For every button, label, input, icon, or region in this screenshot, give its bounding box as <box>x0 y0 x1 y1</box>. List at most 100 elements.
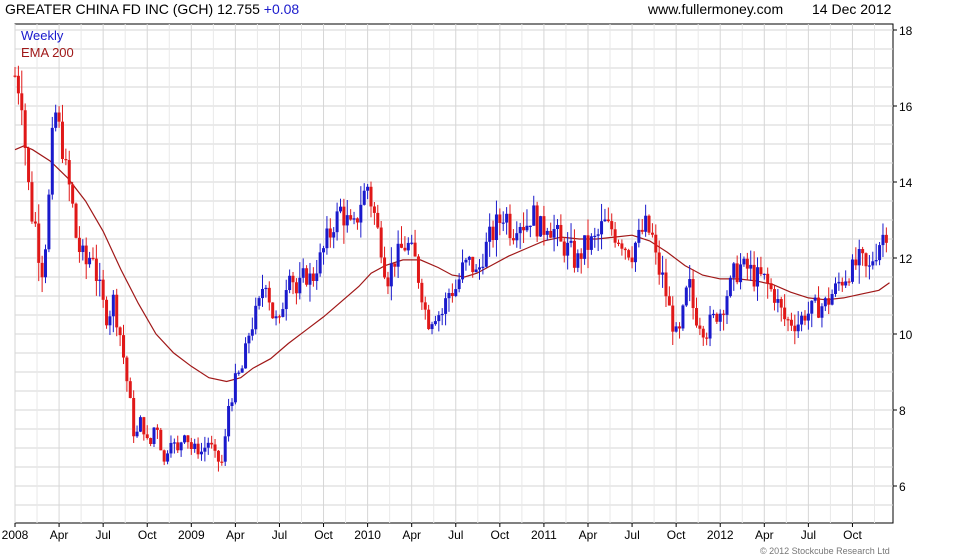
candle-body <box>379 227 383 258</box>
candle-body <box>410 242 414 244</box>
candle-body <box>369 186 373 207</box>
candle-body <box>213 444 217 451</box>
candle-body <box>742 258 746 265</box>
candle-body <box>206 442 210 448</box>
x-tick-label: Jul <box>801 528 816 542</box>
candle-body <box>793 325 797 332</box>
candle-body <box>562 241 566 256</box>
candle-body <box>806 313 810 321</box>
candle-body <box>762 273 766 276</box>
candle-body <box>671 305 675 332</box>
candle-body <box>511 238 515 241</box>
candle-body <box>257 298 261 306</box>
candle-body <box>298 277 302 294</box>
candle-body <box>406 242 410 251</box>
candle-body <box>433 321 437 325</box>
candle-body <box>54 112 58 128</box>
candle-body <box>288 275 292 291</box>
candle-body <box>884 234 888 243</box>
candle-body <box>732 263 736 278</box>
candle-body <box>193 443 197 449</box>
candle-body <box>555 224 559 230</box>
candle-body <box>789 319 793 326</box>
candle-body <box>461 262 465 280</box>
candle-body <box>342 206 346 226</box>
candle-body <box>159 429 163 451</box>
candle-body <box>830 294 834 305</box>
candle-body <box>586 235 590 250</box>
y-tick-label: 12 <box>899 252 913 266</box>
candle-body <box>678 326 682 329</box>
candle-body <box>244 343 248 369</box>
candle-body <box>715 313 719 322</box>
candle-body <box>440 313 444 316</box>
candle-body <box>322 248 326 253</box>
candle-body <box>240 368 244 373</box>
candle-body <box>315 273 319 281</box>
candle-body <box>644 215 648 232</box>
candle-body <box>77 237 81 253</box>
candle-body <box>132 398 136 437</box>
candle-body <box>813 297 817 301</box>
candle-body <box>155 427 159 430</box>
candle-body <box>620 243 624 249</box>
candle-body <box>576 253 580 268</box>
candle-body <box>135 431 139 437</box>
candle-body <box>274 316 278 319</box>
candle-body <box>532 205 536 226</box>
candle-body <box>183 435 187 443</box>
x-tick-label: Oct <box>491 528 510 542</box>
candle-body <box>67 160 71 185</box>
candle-body <box>47 194 51 250</box>
candle-body <box>545 230 549 235</box>
candle-body <box>779 299 783 308</box>
candle-body <box>403 247 407 251</box>
candle-body <box>610 221 614 230</box>
candle-body <box>94 258 98 281</box>
candle-body <box>739 264 743 283</box>
candle-body <box>508 213 512 239</box>
candle-body <box>820 306 824 318</box>
candle-body <box>711 313 715 316</box>
candle-body <box>681 305 685 329</box>
candle-body <box>708 314 712 339</box>
candle-body <box>33 221 37 224</box>
candle-body <box>579 253 583 259</box>
candle-body <box>423 302 427 310</box>
candle-body <box>535 205 539 237</box>
candle-body <box>640 229 644 232</box>
candle-body <box>800 315 804 325</box>
copyright-note: © 2012 Stockcube Research Ltd <box>760 546 890 556</box>
candle-body <box>44 249 48 278</box>
x-tick-label: Apr <box>579 528 598 542</box>
candle-body <box>657 252 661 275</box>
candle-body <box>444 298 448 314</box>
candle-body <box>325 228 329 249</box>
candle-body <box>566 242 570 256</box>
candle-body <box>864 253 868 267</box>
candle-body <box>617 242 621 244</box>
candle-body <box>149 438 153 444</box>
candle-body <box>769 283 773 290</box>
candle-body <box>810 300 814 314</box>
x-tick-label: Apr <box>755 528 774 542</box>
candle-body <box>396 243 400 267</box>
candle-body <box>654 234 658 253</box>
y-tick-label: 18 <box>899 24 913 38</box>
candle-body <box>698 325 702 329</box>
candle-body <box>264 287 268 290</box>
candle-body <box>593 235 597 238</box>
candle-body <box>501 222 505 224</box>
candle-body <box>281 309 285 317</box>
x-tick-label: 2009 <box>178 528 205 542</box>
candle-body <box>837 281 841 284</box>
x-tick-label: Jul <box>272 528 287 542</box>
candle-body <box>647 215 651 233</box>
candle-body <box>311 273 315 281</box>
candle-body <box>488 226 492 242</box>
candle-body <box>301 268 305 278</box>
candle-body <box>203 447 207 452</box>
candle-body <box>227 406 231 437</box>
candle-body <box>284 290 288 310</box>
candle-body <box>874 260 878 262</box>
